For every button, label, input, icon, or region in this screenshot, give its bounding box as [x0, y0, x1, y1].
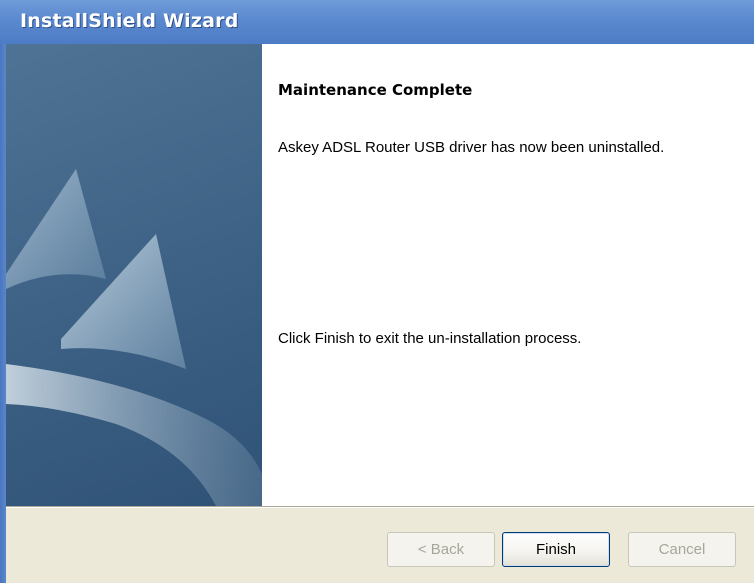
button-area-separator: [6, 506, 754, 508]
back-button[interactable]: < Back: [387, 532, 495, 567]
finish-button[interactable]: Finish: [502, 532, 610, 567]
page-heading: Maintenance Complete: [278, 81, 473, 99]
cancel-button[interactable]: Cancel: [628, 532, 736, 567]
title-bar[interactable]: InstallShield Wizard: [0, 0, 754, 44]
content-panel: Maintenance Complete Askey ADSL Router U…: [262, 44, 754, 506]
sail-swoosh-graphic-icon: [6, 169, 262, 506]
installshield-wizard-window: InstallShield Wizard Maintenance Complet…: [0, 0, 754, 583]
side-panel-graphic: [6, 44, 262, 506]
uninstall-message: Askey ADSL Router USB driver has now bee…: [278, 139, 665, 156]
window-title: InstallShield Wizard: [20, 10, 239, 32]
finish-instruction: Click Finish to exit the un-installation…: [278, 330, 582, 347]
